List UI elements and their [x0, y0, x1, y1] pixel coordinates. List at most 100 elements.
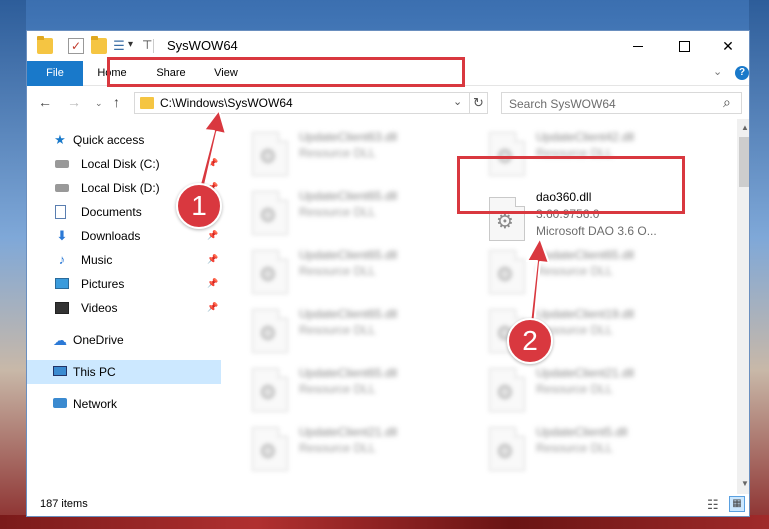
dll-file-icon: ⚙ [252, 132, 288, 176]
gear-icon: ⚙ [259, 146, 277, 168]
file-item[interactable]: ⚙ UpdateClient65.dll Resource DLL [489, 241, 719, 299]
sidebar-item-this-pc[interactable]: This PC [27, 360, 221, 384]
navigation-bar: ← → ⌄ ↑ C:\Windows\SysWOW64 ⌄ ↻ Search S… [27, 87, 749, 119]
sidebar-item-label: This PC [73, 365, 116, 379]
file-item[interactable]: ⚙ UpdateClient65.dll Resource DLL [252, 182, 482, 240]
sidebar-item-label: Local Disk (D:) [81, 181, 160, 195]
address-path[interactable]: C:\Windows\SysWOW64 [160, 96, 293, 110]
quick-access-dropdown-icon[interactable]: ▾ [128, 39, 133, 50]
dll-file-icon: ⚙ [252, 309, 288, 353]
pin-icon[interactable]: 📌 [207, 278, 218, 289]
search-icon[interactable]: ⌕ [723, 94, 731, 111]
file-item[interactable]: ⚙ UpdateClient21.dll Resource DLL [489, 359, 719, 417]
file-item[interactable]: ⚙ UpdateClient65.dll Resource DLL [252, 300, 482, 358]
drive-icon [55, 160, 69, 168]
folder-icon [37, 36, 53, 54]
file-name: UpdateClient21.dll [536, 366, 635, 380]
file-item[interactable]: ⚙ UpdateClient63.dll Resource DLL [252, 123, 482, 181]
file-name: UpdateClient65.dll [299, 248, 398, 262]
sidebar-item-videos[interactable]: Videos 📌 [27, 296, 221, 320]
pictures-icon [55, 278, 69, 289]
dll-file-icon: ⚙ [252, 427, 288, 471]
sidebar-item-label: OneDrive [73, 333, 124, 347]
qat-menu-icon[interactable]: ⊤ [142, 38, 152, 52]
drive-icon [55, 184, 69, 192]
sidebar-item-quick-access[interactable]: ★ Quick access [27, 128, 221, 152]
videos-icon [55, 302, 69, 314]
desktop-wallpaper-bottom [0, 515, 769, 529]
pin-icon[interactable]: 📌 [207, 254, 218, 265]
sidebar-item-label: Quick access [73, 133, 145, 147]
scrollbar-thumb[interactable] [739, 137, 749, 187]
expand-ribbon-icon[interactable]: ⌄ [713, 65, 722, 78]
sidebar-item-pictures[interactable]: Pictures 📌 [27, 272, 221, 296]
this-pc-icon [53, 366, 67, 376]
sidebar-item-label: Videos [81, 301, 118, 315]
file-type: Resource DLL [536, 441, 613, 455]
customize-view-icon[interactable]: ☰ [111, 38, 127, 54]
address-dropdown-icon[interactable]: ⌄ [453, 95, 462, 108]
dll-file-icon: ⚙ [489, 250, 525, 294]
gear-icon: ⚙ [259, 382, 277, 404]
vertical-scrollbar[interactable]: ▲ ▼ [737, 119, 749, 494]
dll-file-icon: ⚙ [252, 368, 288, 412]
recent-locations-button[interactable]: ⌄ [95, 98, 103, 109]
address-highlight-box [107, 57, 465, 87]
pin-icon[interactable]: 📌 [207, 302, 218, 313]
help-icon[interactable]: ? [735, 66, 749, 80]
file-type: Resource DLL [299, 205, 376, 219]
search-input[interactable]: Search SysWOW64 ⌕ [501, 92, 742, 114]
music-icon: ♪ [58, 252, 66, 267]
large-icons-view-icon[interactable]: ▦ [729, 496, 745, 512]
up-button[interactable]: ↑ [113, 94, 120, 110]
forward-button[interactable]: → [67, 94, 81, 110]
file-item[interactable]: ⚙ UpdateClient65.dll Resource DLL [252, 241, 482, 299]
dll-file-icon: ⚙ [489, 368, 525, 412]
gear-icon: ⚙ [259, 441, 277, 463]
desktop-wallpaper-right [749, 0, 769, 529]
file-item[interactable]: ⚙ UpdateClient5.dll Resource DLL [489, 418, 719, 476]
pin-icon[interactable]: 📌 [207, 230, 218, 241]
new-folder-icon[interactable] [91, 36, 107, 54]
file-item[interactable]: ⚙ UpdateClient21.dll Resource DLL [252, 418, 482, 476]
step-1-badge: 1 [176, 183, 222, 229]
documents-icon [55, 205, 66, 219]
file-name: UpdateClient65.dll [536, 248, 635, 262]
file-type: Resource DLL [299, 382, 376, 396]
properties-check-icon[interactable]: ✓ [68, 38, 84, 54]
gear-icon: ⚙ [259, 264, 277, 286]
minimize-button[interactable] [615, 31, 661, 61]
close-button[interactable]: ✕ [705, 31, 749, 61]
file-item[interactable]: ⚙ UpdateClient65.dll Resource DLL [252, 359, 482, 417]
tab-file[interactable]: File [27, 61, 83, 86]
navigation-pane: ★ Quick access Local Disk (C:) 📌 Local D… [27, 119, 221, 494]
sidebar-item-onedrive[interactable]: ☁ OneDrive [27, 328, 221, 352]
gear-icon: ⚙ [496, 382, 514, 404]
maximize-button[interactable] [661, 31, 707, 61]
details-view-icon[interactable]: ☷ [707, 497, 719, 513]
status-bar: 187 items ☷ ▦ [27, 494, 749, 516]
search-placeholder: Search SysWOW64 [509, 97, 616, 111]
sidebar-item-label: Documents [81, 205, 142, 219]
gear-icon: ⚙ [496, 441, 514, 463]
gear-icon: ⚙ [259, 323, 277, 345]
scroll-down-icon[interactable]: ▼ [741, 479, 749, 488]
sidebar-item-label: Pictures [81, 277, 125, 291]
file-name: UpdateClient65.dll [299, 189, 398, 203]
back-button[interactable]: ← [38, 94, 52, 110]
network-icon [53, 398, 67, 408]
pin-icon[interactable]: 📌 [207, 158, 218, 169]
sidebar-item-music[interactable]: ♪ Music 📌 [27, 248, 221, 272]
scroll-up-icon[interactable]: ▲ [741, 123, 749, 132]
sidebar-item-local-disk-c[interactable]: Local Disk (C:) 📌 [27, 152, 221, 176]
refresh-button[interactable]: ↻ [469, 93, 487, 113]
sidebar-item-label: Downloads [81, 229, 141, 243]
sidebar-item-network[interactable]: Network [27, 392, 221, 416]
file-name: UpdateClient42.dll [536, 130, 635, 144]
file-explorer-window: ✓ ☰ ▾ ⊤ SysWOW64 ✕ File Home Share View … [26, 30, 750, 517]
step-2-badge: 2 [507, 318, 553, 364]
file-name: UpdateClient65.dll [299, 366, 398, 380]
file-type: Resource DLL [536, 382, 613, 396]
address-bar[interactable]: C:\Windows\SysWOW64 ⌄ ↻ [134, 92, 488, 114]
gear-icon: ⚙ [259, 205, 277, 227]
